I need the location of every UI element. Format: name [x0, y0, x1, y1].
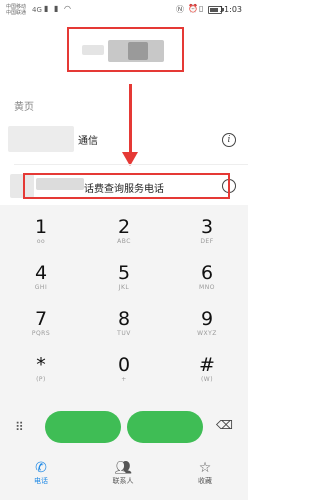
bottom-nav-top: [0, 430, 248, 431]
dial-key-digit: 1: [34, 216, 48, 238]
dial-key-digit: 7: [34, 308, 48, 330]
yellow-page-item[interactable]: 通信 i: [0, 118, 248, 160]
dial-key-digit: 8: [117, 308, 131, 330]
nav-label-phone: 电话: [34, 477, 48, 485]
call-button-sim1[interactable]: [45, 411, 121, 443]
carrier-secondary: 中国联通: [6, 10, 27, 16]
dial-key-1[interactable]: 1 oo: [0, 216, 82, 258]
divider: [14, 164, 248, 165]
dial-key-6[interactable]: 6 MNO: [166, 262, 248, 304]
dial-key-hash[interactable]: # (W): [166, 354, 248, 396]
nav-tab-phone[interactable]: ✆ 电话: [0, 460, 82, 486]
dial-key-letters: DEF: [200, 238, 214, 245]
network-type: 4G: [32, 6, 42, 14]
dial-key-letters: oo: [36, 238, 46, 245]
status-bar: 中国移动 中国联通 4G ▮ ▮ ◠ Ⓝ ⏰ ▯ 11:03: [0, 0, 248, 22]
dial-key-digit: *: [36, 354, 46, 376]
dial-key-5[interactable]: 5 JKL: [83, 262, 165, 304]
dial-key-letters: GHI: [34, 284, 48, 291]
nav-label-favorites: 收藏: [198, 477, 212, 485]
section-label-yellow-pages: 黄页: [14, 102, 34, 113]
nav-tab-contacts[interactable]: 👥︎ 联系人: [82, 460, 164, 486]
phone-icon: ✆: [35, 460, 47, 476]
dial-key-digit: 6: [200, 262, 214, 284]
dial-key-letters: ABC: [117, 238, 131, 245]
contacts-icon: 👥︎: [114, 460, 132, 476]
dial-key-9[interactable]: 9 WXYZ: [166, 308, 248, 350]
signal-icon: ▮: [44, 4, 49, 13]
item-avatar-blurred: [8, 126, 74, 152]
dial-key-digit: 3: [200, 216, 214, 238]
nav-tab-favorites[interactable]: ☆ 收藏: [164, 460, 246, 486]
info-icon[interactable]: i: [222, 133, 236, 147]
vibrate-icon: ▯: [199, 4, 204, 13]
service-number-highlight: [23, 173, 230, 199]
call-button-sim2[interactable]: [127, 411, 203, 443]
dial-key-letters: +: [121, 376, 127, 383]
yellow-page-item-title: 通信: [78, 136, 98, 147]
dial-key-3[interactable]: 3 DEF: [166, 216, 248, 258]
star-icon: ☆: [198, 460, 212, 476]
dial-key-7[interactable]: 7 PQRS: [0, 308, 82, 350]
dialed-number-blur-part: [128, 42, 148, 60]
dial-key-digit: 5: [117, 262, 131, 284]
dial-key-letters: WXYZ: [197, 330, 217, 337]
dial-key-0[interactable]: 0 +: [83, 354, 165, 396]
dial-key-8[interactable]: 8 TUV: [83, 308, 165, 350]
dial-key-digit: #: [199, 354, 215, 376]
dial-key-letters: PQRS: [31, 330, 51, 337]
dial-key-star[interactable]: * (P): [0, 354, 82, 396]
dialed-number-blur-part: [82, 45, 104, 55]
nfc-icon: Ⓝ: [176, 5, 184, 14]
dial-key-digit: 0: [117, 354, 131, 376]
signal-icon-2: ▮: [54, 4, 59, 13]
dial-key-letters: (W): [200, 376, 214, 383]
dial-key-digit: 2: [117, 216, 131, 238]
dial-key-letters: MNO: [199, 284, 215, 291]
dial-key-digit: 9: [200, 308, 214, 330]
wifi-icon: ◠: [64, 4, 71, 13]
dial-key-4[interactable]: 4 GHI: [0, 262, 82, 304]
dial-key-letters: JKL: [118, 284, 130, 291]
dial-key-letters: TUV: [117, 330, 131, 337]
status-time: 11:03: [218, 5, 242, 14]
dial-key-2[interactable]: 2 ABC: [83, 216, 165, 258]
nav-label-contacts: 联系人: [112, 477, 134, 485]
dial-key-digit: 4: [34, 262, 48, 284]
alarm-icon: ⏰: [188, 4, 198, 13]
dial-key-letters: (P): [36, 376, 46, 383]
dialpad-grid-icon[interactable]: ⠿: [15, 420, 24, 434]
